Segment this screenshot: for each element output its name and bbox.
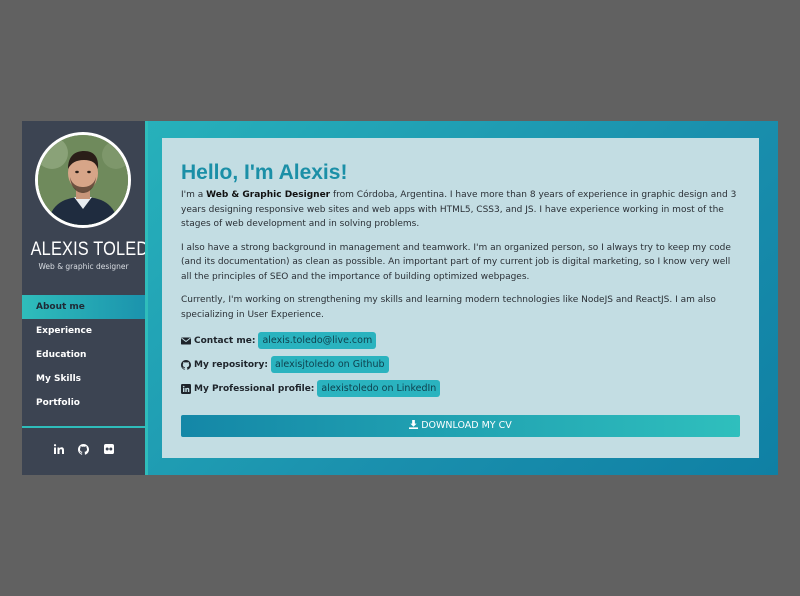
sidebar: ALEXIS TOLEDO Web & graphic designer Abo… bbox=[22, 121, 162, 475]
linkedin-icon bbox=[181, 383, 191, 394]
main-panel: Hello, I'm Alexis! I'm a Web & Graphic D… bbox=[145, 121, 778, 475]
profile-subtitle: Web & graphic designer bbox=[38, 262, 129, 271]
intro-paragraph: I'm a Web & Graphic Designer from Córdob… bbox=[181, 188, 740, 232]
intro-prefix: I'm a bbox=[181, 190, 207, 200]
github-link[interactable]: alexisjtoledo on Github bbox=[270, 356, 389, 373]
contact-email-label: Contact me: bbox=[194, 335, 256, 346]
profile-name: ALEXIS TOLEDO bbox=[30, 239, 162, 260]
current-paragraph: Currently, I'm working on strengthening … bbox=[181, 295, 716, 320]
social-links bbox=[22, 443, 145, 455]
download-icon bbox=[409, 416, 419, 438]
linkedin-icon[interactable] bbox=[53, 443, 65, 455]
contact-github-label: My repository: bbox=[194, 359, 268, 370]
download-cv-label: DOWNLOAD MY CV bbox=[421, 420, 512, 431]
contact-linkedin-label: My Professional profile: bbox=[194, 383, 315, 394]
nav-item-portfolio[interactable]: Portfolio bbox=[22, 391, 145, 415]
github-icon bbox=[181, 359, 191, 370]
sidebar-nav: About me Experience Education My Skills … bbox=[22, 295, 145, 415]
download-cv-button[interactable]: DOWNLOAD MY CV bbox=[181, 415, 740, 437]
nav-item-about-me[interactable]: About me bbox=[22, 295, 145, 319]
contact-github-row: My repository: alexisjtoledo on Github bbox=[181, 356, 740, 373]
envelope-icon bbox=[181, 336, 191, 346]
intro-highlight: Web & Graphic Designer bbox=[206, 190, 331, 200]
contact-linkedin-row: My Professional profile: alexistoledo on… bbox=[181, 380, 740, 397]
nav-item-education[interactable]: Education bbox=[22, 343, 145, 367]
about-me-section: Hello, I'm Alexis! I'm a Web & Graphic D… bbox=[162, 138, 759, 458]
email-link[interactable]: alexis.toledo@live.com bbox=[258, 332, 377, 349]
linkedin-link[interactable]: alexistoledo on LinkedIn bbox=[317, 380, 441, 397]
nav-item-my-skills[interactable]: My Skills bbox=[22, 367, 145, 391]
profile-card: ALEXIS TOLEDO Web & graphic designer Abo… bbox=[22, 121, 778, 475]
page-title: Hello, I'm Alexis! bbox=[181, 161, 348, 184]
flickr-icon[interactable] bbox=[103, 443, 115, 455]
nav-item-experience[interactable]: Experience bbox=[22, 319, 145, 343]
github-icon[interactable] bbox=[78, 443, 90, 455]
background-paragraph: I also have a strong background in manag… bbox=[181, 242, 731, 282]
sidebar-divider bbox=[22, 426, 145, 428]
contact-email-row: Contact me: alexis.toledo@live.com bbox=[181, 332, 740, 349]
avatar bbox=[35, 132, 131, 228]
